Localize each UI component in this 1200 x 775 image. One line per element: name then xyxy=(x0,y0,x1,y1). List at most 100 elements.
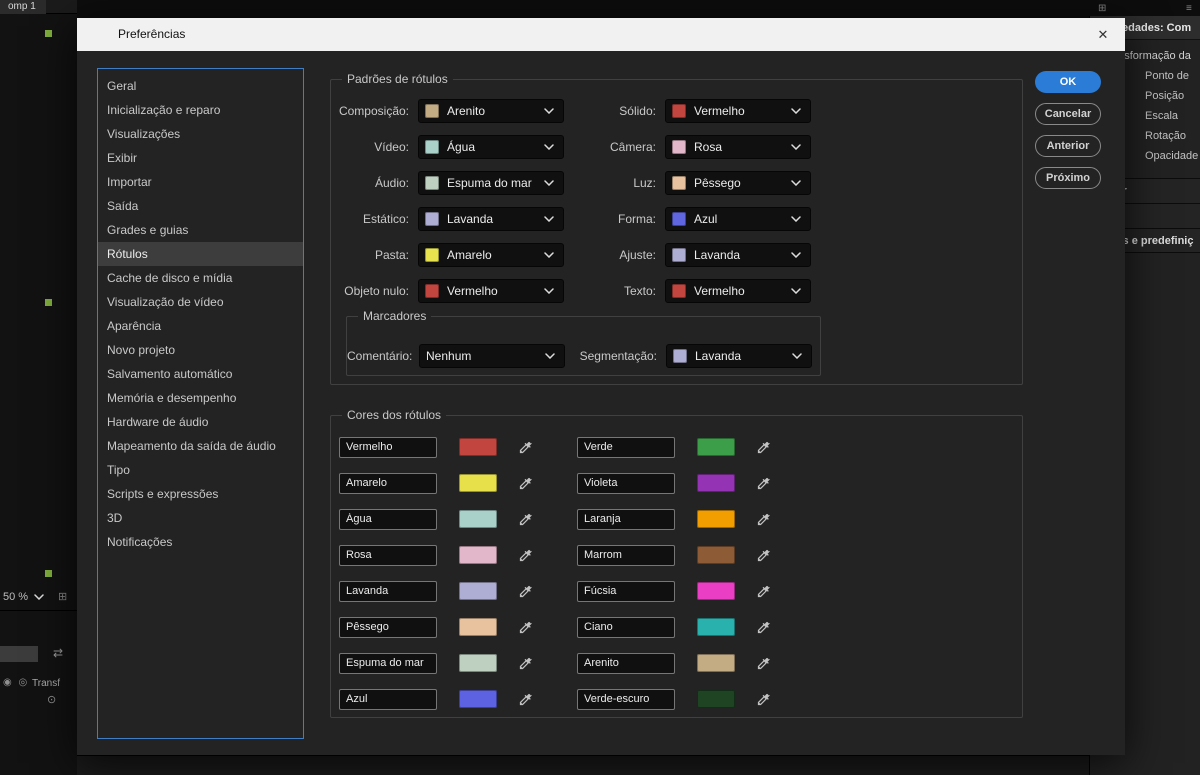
property-label[interactable]: Ponto de xyxy=(1125,70,1189,82)
color-name-input[interactable] xyxy=(339,616,437,638)
static-dropdown[interactable]: Lavanda xyxy=(418,207,564,231)
color-name-input[interactable] xyxy=(339,580,437,602)
sidebar-item-exibir[interactable]: Exibir xyxy=(98,146,303,170)
solid-dropdown[interactable]: Vermelho xyxy=(665,99,811,123)
color-swatch[interactable] xyxy=(459,690,497,708)
sidebar-item-rotulos[interactable]: Rótulos xyxy=(98,242,303,266)
sidebar-item-visualizacao-de-video[interactable]: Visualização de vídeo xyxy=(98,290,303,314)
color-name-input[interactable] xyxy=(577,580,675,602)
text-dropdown[interactable]: Vermelho xyxy=(665,279,811,303)
color-name-input[interactable] xyxy=(577,508,675,530)
eyedropper-button[interactable] xyxy=(754,618,772,636)
color-swatch[interactable] xyxy=(697,690,735,708)
eyedropper-button[interactable] xyxy=(516,690,534,708)
ok-button[interactable]: OK xyxy=(1035,71,1101,93)
eyedropper-button[interactable] xyxy=(516,618,534,636)
eyedropper-button[interactable] xyxy=(754,654,772,672)
eyedropper-button[interactable] xyxy=(516,582,534,600)
property-label[interactable]: Opacidade xyxy=(1125,150,1198,162)
eyedropper-button[interactable] xyxy=(754,438,772,456)
eyedropper-button[interactable] xyxy=(516,474,534,492)
color-name-input[interactable] xyxy=(339,508,437,530)
comp-tab[interactable]: omp 1 xyxy=(0,0,46,14)
property-label[interactable]: Escala xyxy=(1125,110,1178,122)
sidebar-item-notificacoes[interactable]: Notificações xyxy=(98,530,303,554)
sidebar-item-saida[interactable]: Saída xyxy=(98,194,303,218)
color-name-input[interactable] xyxy=(577,436,675,458)
color-name-input[interactable] xyxy=(339,472,437,494)
color-name-input[interactable] xyxy=(339,688,437,710)
color-name-input[interactable] xyxy=(339,544,437,566)
eyedropper-button[interactable] xyxy=(754,582,772,600)
color-swatch[interactable] xyxy=(459,618,497,636)
color-name-input[interactable] xyxy=(339,652,437,674)
sidebar-item-grades-e-guias[interactable]: Grades e guias xyxy=(98,218,303,242)
sidebar-item-scripts-e-expressoes[interactable]: Scripts e expressões xyxy=(98,482,303,506)
transfer-controls-icon[interactable]: ⇄ xyxy=(53,646,63,660)
color-name-input[interactable] xyxy=(577,688,675,710)
sidebar-item-aparencia[interactable]: Aparência xyxy=(98,314,303,338)
sidebar-item-mapeamento-saida-audio[interactable]: Mapeamento da saída de áudio xyxy=(98,434,303,458)
color-swatch[interactable] xyxy=(459,438,497,456)
audio-dropdown[interactable]: Espuma do mar xyxy=(418,171,564,195)
sidebar-item-geral[interactable]: Geral xyxy=(98,74,303,98)
composition-dropdown[interactable]: Arenito xyxy=(418,99,564,123)
color-name-input[interactable] xyxy=(577,472,675,494)
eyedropper-button[interactable] xyxy=(754,474,772,492)
color-swatch[interactable] xyxy=(697,654,735,672)
sidebar-item-inicializacao-e-reparo[interactable]: Inicialização e reparo xyxy=(98,98,303,122)
close-icon[interactable]: ✕ xyxy=(1094,26,1112,44)
color-swatch[interactable] xyxy=(697,582,735,600)
shape-dropdown[interactable]: Azul xyxy=(665,207,811,231)
folder-dropdown[interactable]: Amarelo xyxy=(418,243,564,267)
color-swatch[interactable] xyxy=(697,438,735,456)
selection-handle[interactable] xyxy=(45,299,52,306)
panel-grid-icon[interactable]: ⊞ xyxy=(1098,3,1106,14)
sidebar-item-tipo[interactable]: Tipo xyxy=(98,458,303,482)
visibility-icons[interactable]: ◉ ◎ xyxy=(3,677,29,688)
eyedropper-button[interactable] xyxy=(516,546,534,564)
property-label[interactable]: Rotação xyxy=(1125,130,1186,142)
dialog-titlebar[interactable]: Preferências ✕ xyxy=(77,18,1125,51)
color-swatch[interactable] xyxy=(459,510,497,528)
comment-dropdown[interactable]: Nenhum xyxy=(419,344,565,368)
light-dropdown[interactable]: Pêssego xyxy=(665,171,811,195)
sidebar-item-importar[interactable]: Importar xyxy=(98,170,303,194)
null-object-dropdown[interactable]: Vermelho xyxy=(418,279,564,303)
color-name-input[interactable] xyxy=(577,652,675,674)
adjustment-dropdown[interactable]: Lavanda xyxy=(665,243,811,267)
sidebar-item-visualizacoes[interactable]: Visualizações xyxy=(98,122,303,146)
color-swatch[interactable] xyxy=(459,546,497,564)
zoom-control[interactable]: 50 % xyxy=(3,591,44,603)
color-swatch[interactable] xyxy=(697,474,735,492)
color-swatch[interactable] xyxy=(459,654,497,672)
eyedropper-button[interactable] xyxy=(754,546,772,564)
camera-dropdown[interactable]: Rosa xyxy=(665,135,811,159)
sidebar-item-cache-de-disco[interactable]: Cache de disco e mídia xyxy=(98,266,303,290)
sidebar-item-novo-projeto[interactable]: Novo projeto xyxy=(98,338,303,362)
eyedropper-button[interactable] xyxy=(516,510,534,528)
panel-menu-icon[interactable]: ≡ xyxy=(1186,3,1192,14)
eyedropper-button[interactable] xyxy=(516,438,534,456)
color-swatch[interactable] xyxy=(459,582,497,600)
previous-button[interactable]: Anterior xyxy=(1035,135,1101,157)
video-dropdown[interactable]: Água xyxy=(418,135,564,159)
sidebar-item-hardware-de-audio[interactable]: Hardware de áudio xyxy=(98,410,303,434)
next-button[interactable]: Próximo xyxy=(1035,167,1101,189)
selection-handle[interactable] xyxy=(45,570,52,577)
color-swatch[interactable] xyxy=(697,546,735,564)
segmentation-dropdown[interactable]: Lavanda xyxy=(666,344,812,368)
eyedropper-button[interactable] xyxy=(754,510,772,528)
grid-options-icon[interactable]: ⊞ xyxy=(58,590,67,603)
color-swatch[interactable] xyxy=(697,618,735,636)
color-name-input[interactable] xyxy=(577,616,675,638)
selection-handle[interactable] xyxy=(45,30,52,37)
color-name-input[interactable] xyxy=(339,436,437,458)
color-name-input[interactable] xyxy=(577,544,675,566)
property-label[interactable]: Posição xyxy=(1125,90,1184,102)
color-swatch[interactable] xyxy=(697,510,735,528)
eyedropper-button[interactable] xyxy=(516,654,534,672)
cancel-button[interactable]: Cancelar xyxy=(1035,103,1101,125)
sidebar-item-salvamento-automatico[interactable]: Salvamento automático xyxy=(98,362,303,386)
color-swatch[interactable] xyxy=(459,474,497,492)
